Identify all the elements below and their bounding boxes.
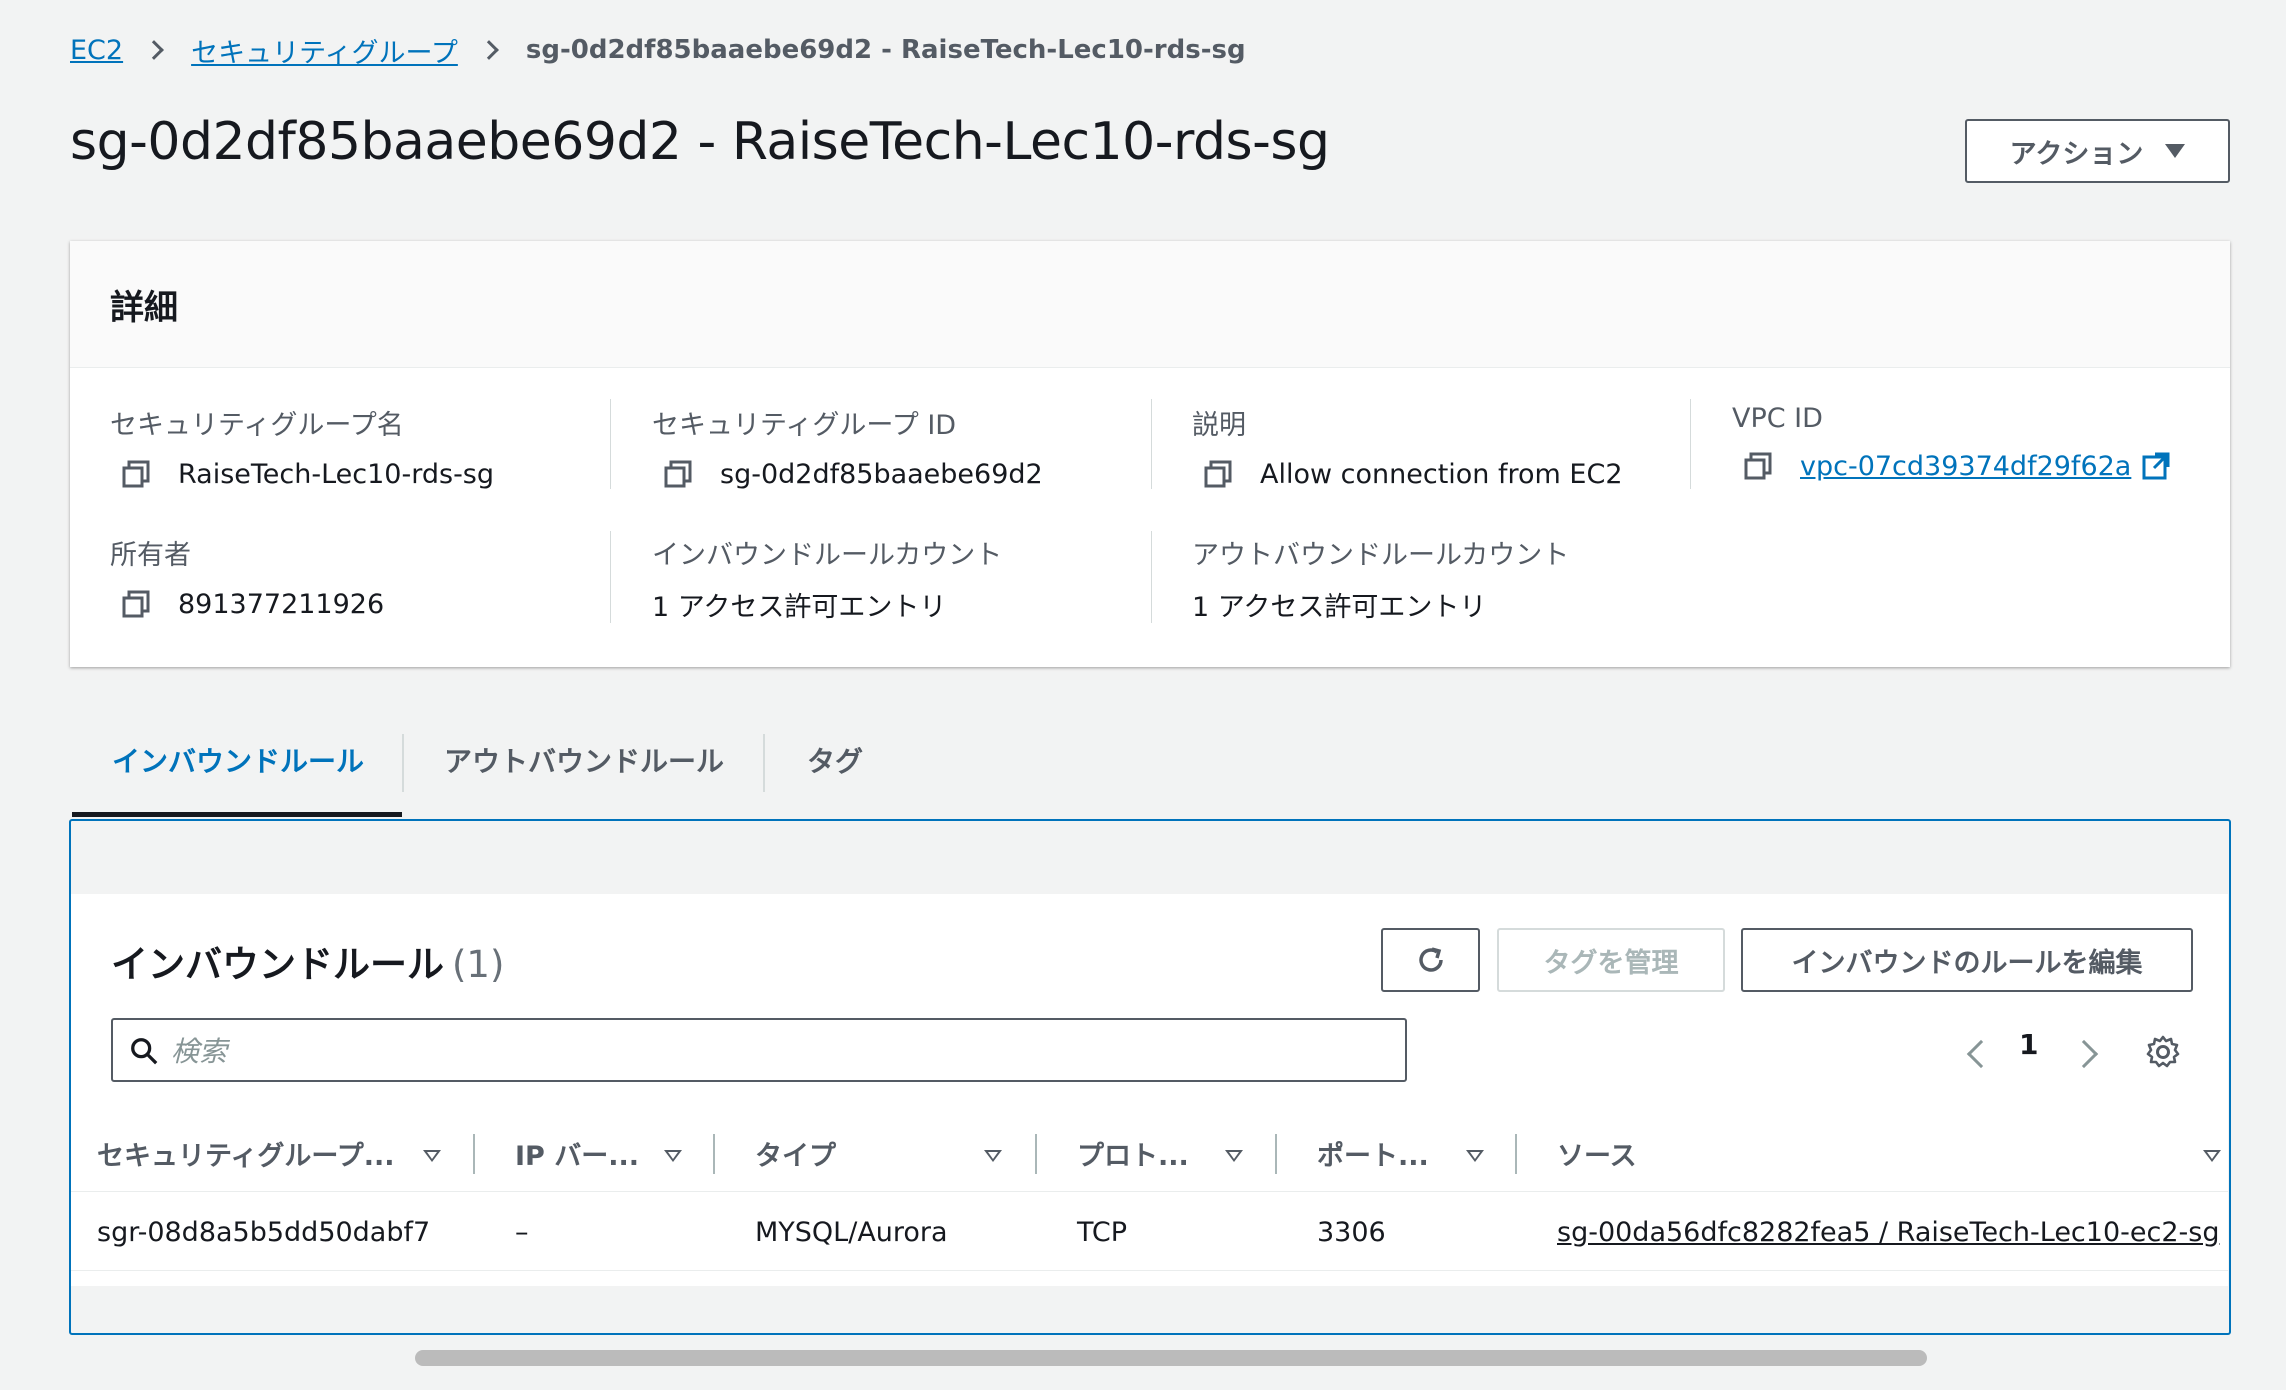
sg-id-label: セキュリティグループ ID: [652, 410, 957, 441]
breadcrumb-current: sg-0d2df85baaebe69d2 - RaiseTech-Lec10-r…: [525, 35, 1246, 65]
cell-rule-id: sgr-08d8a5b5dd50dabf7: [97, 1216, 431, 1248]
sort-caret-icon[interactable]: [984, 1150, 1002, 1162]
vpc-id-link[interactable]: vpc-07cd39374df29f62a: [1800, 451, 2131, 482]
table-row: sgr-08d8a5b5dd50dabf7 – MYSQL/Aurora TCP…: [71, 1193, 2228, 1271]
external-link-icon[interactable]: [2141, 451, 2171, 481]
sg-name-field: セキュリティグループ名 RaiseTech-Lec10-rds-sg: [110, 403, 494, 492]
inbound-rules-table-panel: インバウンドルール (1) タグを管理 インバウンドのルールを編集 検索 1 セキ…: [71, 894, 2228, 1366]
page-number[interactable]: 1: [2019, 1028, 2038, 1061]
sg-id-field: セキュリティグループ ID sg-0d2df85baaebe69d2: [652, 403, 1043, 492]
tab-divider: [402, 734, 404, 792]
outbound-count-field: アウトバウンドルールカウント 1 アクセス許可エントリ: [1192, 533, 1570, 623]
tab-divider: [763, 734, 765, 792]
manage-tags-button[interactable]: タグを管理: [1497, 928, 1725, 992]
owner-field: 所有者 891377211926: [110, 533, 384, 622]
column-divider: [610, 399, 611, 489]
vpc-id-label: VPC ID: [1732, 403, 1823, 434]
sort-caret-icon[interactable]: [1225, 1150, 1243, 1162]
cell-port: 3306: [1317, 1216, 1386, 1248]
inbound-count-field: インバウンドルールカウント 1 アクセス許可エントリ: [652, 533, 1003, 623]
edit-inbound-rules-button[interactable]: インバウンドのルールを編集: [1741, 928, 2193, 992]
copy-icon[interactable]: [662, 458, 694, 490]
vpc-id-field: VPC ID vpc-07cd39374df29f62a: [1732, 403, 2171, 484]
cell-source-link[interactable]: sg-00da56dfc8282fea5 / RaiseTech-Lec10-e…: [1557, 1193, 2219, 1271]
column-resizer[interactable]: [1515, 1134, 1517, 1174]
column-resizer[interactable]: [713, 1134, 715, 1174]
tab-inbound-rules[interactable]: インバウンドルール: [112, 730, 364, 790]
breadcrumb-ec2-link[interactable]: EC2: [70, 35, 123, 66]
column-header-ip-version[interactable]: IP バー...: [515, 1114, 639, 1192]
refresh-button[interactable]: [1381, 928, 1480, 992]
copy-icon[interactable]: [120, 458, 152, 490]
sort-caret-icon[interactable]: [423, 1150, 441, 1162]
outbound-count-label: アウトバウンドルールカウント: [1192, 540, 1570, 571]
search-input[interactable]: 検索: [111, 1018, 1407, 1082]
cell-type: MYSQL/Aurora: [755, 1216, 948, 1248]
description-label: 説明: [1192, 410, 1246, 441]
rules-title-text: インバウンドルール: [111, 943, 444, 986]
next-page-icon[interactable]: [2069, 1039, 2099, 1069]
breadcrumb-security-groups-link[interactable]: セキュリティグループ: [191, 31, 458, 70]
settings-gear-icon[interactable]: [2145, 1034, 2181, 1070]
copy-icon[interactable]: [1202, 458, 1234, 490]
rules-count: (1): [452, 943, 505, 986]
cell-ip-version: –: [515, 1216, 529, 1248]
copy-icon[interactable]: [1742, 450, 1774, 482]
inbound-count-value: 1 アクセス許可エントリ: [652, 591, 947, 623]
breadcrumb: EC2 セキュリティグループ sg-0d2df85baaebe69d2 - Ra…: [70, 28, 1246, 72]
tab-tags[interactable]: タグ: [807, 730, 863, 790]
details-heading: 詳細: [70, 241, 2230, 368]
column-divider: [1151, 531, 1152, 623]
column-header-type[interactable]: タイプ: [755, 1114, 836, 1192]
chevron-right-icon: [144, 40, 164, 60]
column-header-port-range[interactable]: ポート...: [1317, 1114, 1429, 1192]
inbound-rules-container: インバウンドルール (1) タグを管理 インバウンドのルールを編集 検索 1 セキ…: [69, 819, 2231, 1366]
sg-name-label: セキュリティグループ名: [110, 410, 404, 441]
owner-value: 891377211926: [178, 588, 385, 620]
search-placeholder: 検索: [171, 1035, 228, 1068]
tab-outbound-rules[interactable]: アウトバウンドルール: [444, 730, 724, 790]
column-header-sg-rule-id[interactable]: セキュリティグループ...: [97, 1114, 395, 1192]
sg-id-value: sg-0d2df85baaebe69d2: [720, 458, 1043, 490]
details-panel: 詳細 セキュリティグループ名 RaiseTech-Lec10-rds-sg セキ…: [70, 241, 2230, 667]
search-icon: [131, 1038, 158, 1065]
column-divider: [610, 531, 611, 623]
actions-button-label: アクション: [2009, 138, 2144, 170]
owner-label: 所有者: [110, 540, 191, 571]
description-value: Allow connection from EC2: [1260, 458, 1623, 490]
copy-icon[interactable]: [120, 588, 152, 620]
horizontal-scrollbar[interactable]: [415, 1350, 1927, 1366]
previous-page-icon[interactable]: [1966, 1039, 1996, 1069]
cell-protocol: TCP: [1077, 1216, 1128, 1248]
column-resizer[interactable]: [473, 1134, 475, 1174]
chevron-right-icon: [478, 40, 499, 60]
outbound-count-value: 1 アクセス許可エントリ: [1192, 591, 1487, 623]
column-divider: [1151, 399, 1152, 489]
column-header-protocol[interactable]: プロト...: [1077, 1114, 1189, 1192]
actions-dropdown-button[interactable]: アクション: [1965, 119, 2230, 183]
column-resizer[interactable]: [1275, 1134, 1277, 1174]
sg-name-value: RaiseTech-Lec10-rds-sg: [178, 458, 495, 490]
sort-caret-icon[interactable]: [1466, 1150, 1484, 1162]
page-title: sg-0d2df85baaebe69d2 - RaiseTech-Lec10-r…: [70, 112, 1330, 172]
column-divider: [1690, 399, 1691, 489]
column-resizer[interactable]: [1035, 1134, 1037, 1174]
table-header: セキュリティグループ... IP バー... タイプ プロト... ポート...…: [71, 1114, 2228, 1192]
active-tab-indicator: [72, 812, 402, 817]
sort-caret-icon[interactable]: [2203, 1150, 2221, 1162]
rules-title: インバウンドルール (1): [111, 934, 504, 988]
description-field: 説明 Allow connection from EC2: [1192, 403, 1623, 492]
caret-down-icon: [2165, 144, 2186, 158]
inbound-count-label: インバウンドルールカウント: [652, 540, 1003, 571]
refresh-icon: [1418, 947, 1443, 972]
column-header-source[interactable]: ソース: [1557, 1114, 1637, 1192]
sort-caret-icon[interactable]: [664, 1150, 682, 1162]
